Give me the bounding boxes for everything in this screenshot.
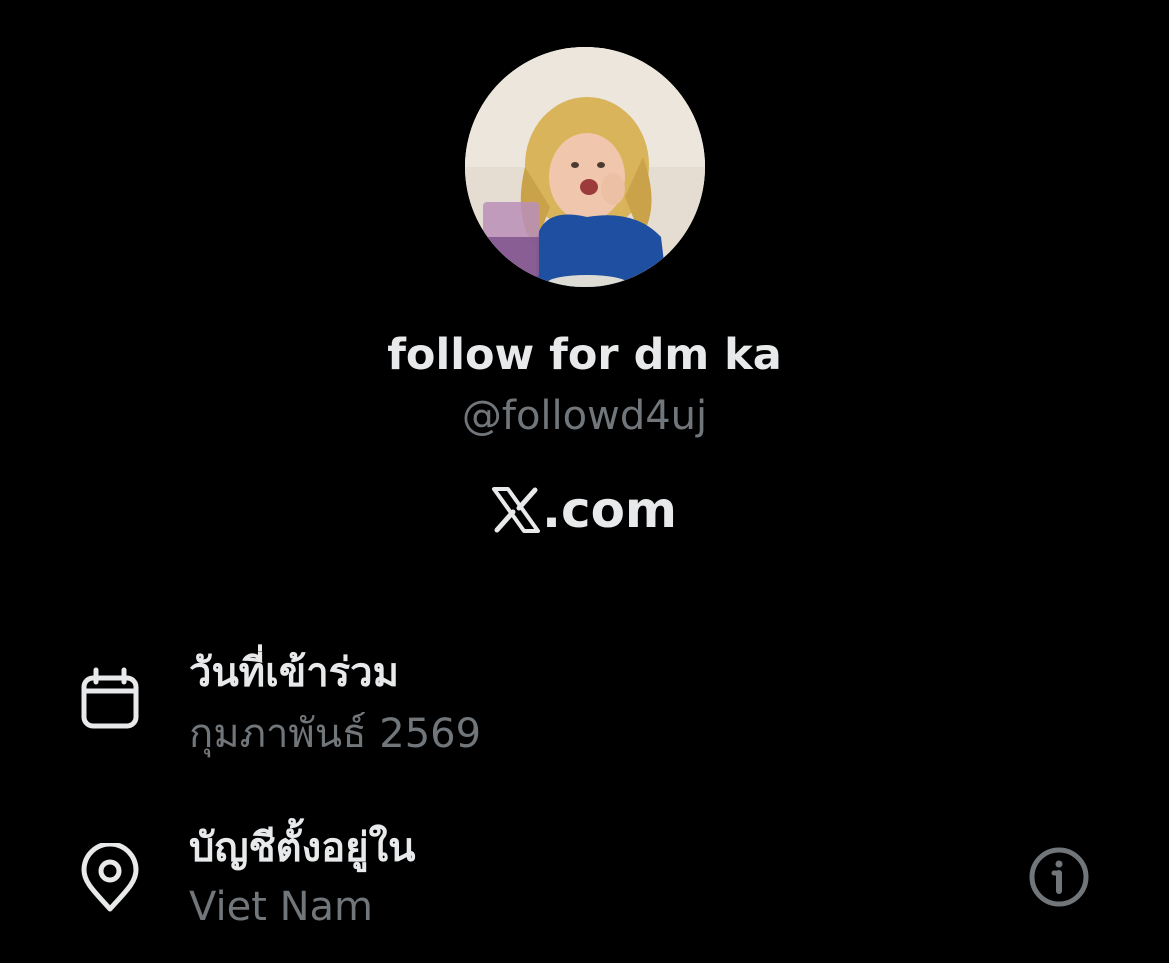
joined-value: กุมภาพันธ์ 2569 [189, 711, 482, 757]
avatar-photo [465, 47, 705, 287]
info-button[interactable] [1027, 845, 1091, 909]
location-pin-icon [78, 841, 142, 912]
location-value: Viet Nam [189, 884, 374, 930]
joined-label: วันที่เข้าร่วม [189, 650, 399, 696]
location-label: บัญชีตั้งอยู่ใน [189, 825, 416, 871]
info-icon [1029, 847, 1089, 907]
user-handle: @followd4uj [461, 393, 708, 439]
website-link[interactable]: .com [0, 478, 1169, 548]
website-text: .com [541, 481, 678, 539]
display-name: follow for dm ka [387, 330, 782, 380]
avatar[interactable] [465, 47, 705, 287]
calendar-icon [78, 665, 142, 729]
x-logo-icon [491, 484, 540, 548]
